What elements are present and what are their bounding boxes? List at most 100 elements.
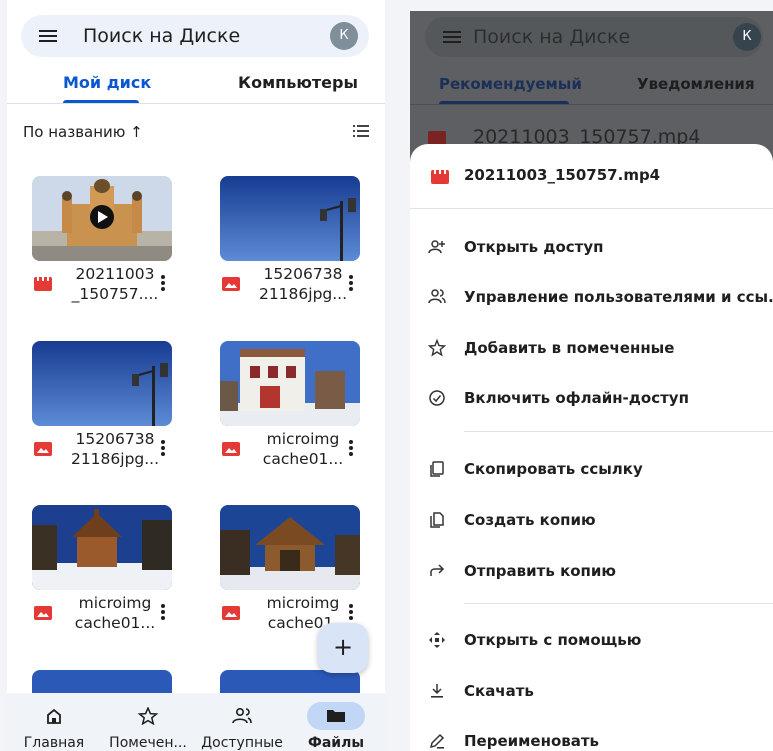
menu-icon[interactable] (39, 27, 57, 45)
file-name-line1: 15206738 (263, 265, 343, 283)
menu-item-label: Добавить в помеченные (464, 339, 675, 357)
menu-divider (464, 431, 773, 432)
nav-files[interactable]: Файлы (289, 693, 383, 751)
video-file-icon (34, 277, 52, 291)
search-bar[interactable]: Поиск на Диске К (21, 15, 369, 57)
file-thumbnail (32, 176, 172, 261)
menu-item-make-copy[interactable]: Создать копию (410, 501, 773, 541)
open-with-icon (429, 632, 445, 648)
file-thumbnail (220, 341, 360, 426)
file-name-line1: microimg (266, 430, 340, 448)
image-file-icon (222, 442, 240, 456)
menu-item-download[interactable]: Скачать (410, 672, 773, 712)
menu-divider (464, 603, 773, 604)
star-icon (137, 707, 159, 725)
active-tab-indicator (439, 101, 569, 104)
copy-link-icon (430, 461, 444, 477)
file-name-line1: 20211003 (75, 265, 155, 283)
download-icon (431, 684, 443, 698)
home-icon (47, 708, 61, 724)
file-name-line2: _150757.... (71, 285, 159, 303)
menu-item-offline[interactable]: Включить офлайн-доступ (410, 379, 773, 419)
bottom-navigation: Главная Помечен... Доступные Файлы (7, 693, 385, 751)
more-options-icon[interactable] (348, 439, 354, 457)
file-thumbnail (220, 505, 360, 590)
file-card[interactable]: microimg cache01... (220, 341, 380, 491)
file-name-line2: 21186jpg... (70, 450, 160, 468)
menu-item-share[interactable]: Открыть доступ (410, 228, 773, 268)
avatar: К (733, 23, 761, 51)
menu-item-label: Скопировать ссылку (464, 460, 643, 478)
image-file-icon (222, 277, 240, 291)
create-new-button[interactable]: + (318, 623, 368, 673)
file-thumbnail (32, 505, 172, 590)
file-name: 15206738 21186jpg... (248, 264, 358, 304)
video-file-icon (431, 170, 449, 184)
file-thumbnail (220, 176, 360, 261)
nav-shared[interactable]: Доступные (195, 693, 289, 751)
file-name-line2: 21186jpg... (258, 285, 348, 303)
file-actions-screen: Поиск на Диске К Рекомендуемый Уведомлен… (410, 11, 773, 751)
tab-suggested: Рекомендуемый (439, 75, 582, 93)
menu-item-rename[interactable]: Переименовать (410, 722, 773, 751)
more-options-icon[interactable] (160, 603, 166, 621)
search-placeholder: Поиск на Диске (83, 25, 241, 47)
more-options-icon[interactable] (348, 603, 354, 621)
search-bar: Поиск на Диске К (425, 17, 763, 57)
menu-item-label: Открыть с помощью (464, 631, 642, 649)
search-placeholder: Поиск на Диске (473, 26, 631, 48)
menu-icon (443, 31, 461, 43)
file-actions-sheet: 20211003_150757.mp4 Открыть доступ Управ… (410, 144, 773, 751)
menu-item-open-with[interactable]: Открыть с помощью (410, 621, 773, 661)
more-options-icon[interactable] (348, 274, 354, 292)
file-name-line1: microimg (266, 594, 340, 612)
file-name-line2: cache01... (262, 450, 344, 468)
manage-people-icon (428, 289, 446, 304)
file-card[interactable]: microimg cache01... (32, 505, 192, 655)
file-card[interactable]: 15206738 21186jpg... (220, 176, 380, 326)
file-card[interactable]: 20211003 _150757.... (32, 176, 192, 326)
nav-label: Файлы (307, 735, 365, 751)
folder-icon (327, 710, 345, 722)
drive-files-screen: Поиск на Диске К Мой диск Компьютеры По … (7, 0, 385, 751)
star-icon (428, 339, 446, 357)
nav-starred[interactable]: Помечен... (101, 693, 195, 751)
menu-item-send-copy[interactable]: Отправить копию (410, 552, 773, 592)
more-options-icon[interactable] (160, 439, 166, 457)
menu-item-label: Переименовать (464, 732, 600, 750)
list-view-icon[interactable] (353, 124, 369, 138)
menu-item-label: Создать копию (464, 511, 596, 529)
video-file-icon (428, 131, 446, 145)
more-options-icon[interactable] (160, 274, 166, 292)
menu-item-add-starred[interactable]: Добавить в помеченные (410, 329, 773, 369)
menu-item-label: Управление пользователями и ссы... (464, 288, 773, 306)
tab-computers[interactable]: Компьютеры (238, 73, 358, 92)
nav-home[interactable]: Главная (7, 693, 101, 751)
file-name: 15206738 21186jpg... (60, 429, 170, 469)
image-file-icon (34, 606, 52, 620)
home-tabs: Рекомендуемый Уведомления (410, 63, 773, 105)
sheet-header: 20211003_150757.mp4 (410, 144, 773, 209)
drive-tabs: Мой диск Компьютеры (7, 60, 385, 104)
file-name: microimg cache01... (60, 593, 170, 633)
file-card[interactable]: 15206738 21186jpg... (32, 341, 192, 491)
file-name: 20211003 _150757.... (60, 264, 170, 304)
active-tab-indicator (63, 100, 139, 103)
sheet-title: 20211003_150757.mp4 (464, 166, 661, 184)
menu-item-label: Отправить копию (464, 562, 617, 580)
file-thumbnail (32, 341, 172, 426)
menu-item-manage-access[interactable]: Управление пользователями и ссы... (410, 278, 773, 318)
person-add-icon (428, 240, 445, 254)
avatar[interactable]: К (330, 22, 358, 50)
tab-my-drive[interactable]: Мой диск (63, 73, 151, 92)
rename-icon (429, 733, 445, 749)
offline-icon (429, 390, 445, 406)
file-name: microimg cache01... (248, 429, 358, 469)
file-name-line2: cache01... (74, 614, 156, 632)
menu-item-copy-link[interactable]: Скопировать ссылку (410, 450, 773, 490)
menu-item-label: Включить офлайн-доступ (464, 389, 689, 407)
copy-icon (430, 512, 444, 528)
sort-by-name-button[interactable]: По названию ↑ (23, 123, 143, 141)
tab-notifications: Уведомления (637, 75, 755, 93)
file-name-line1: microimg (78, 594, 152, 612)
